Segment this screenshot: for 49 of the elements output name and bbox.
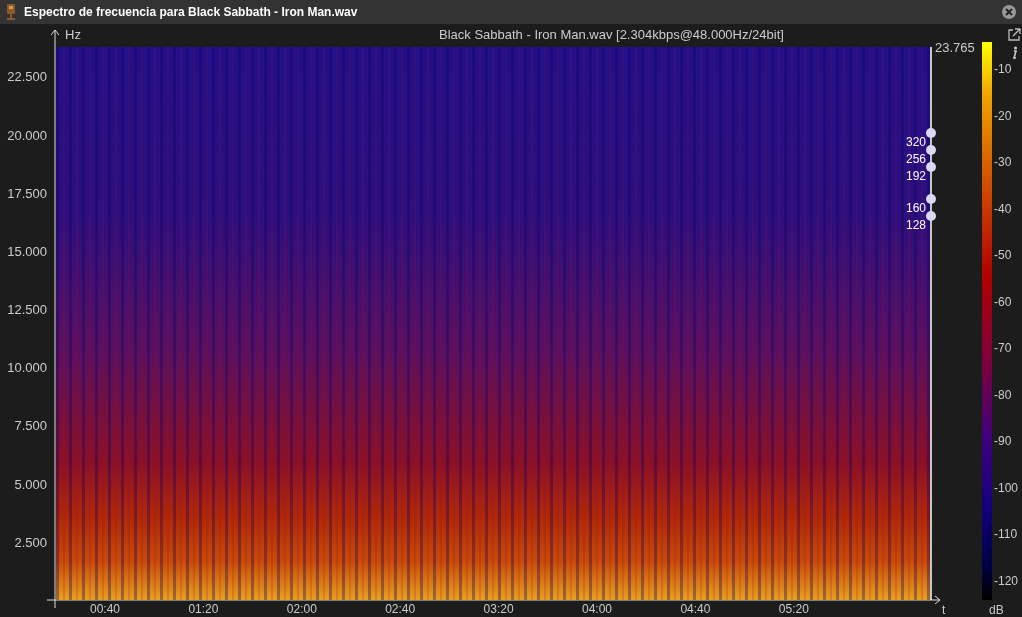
marker-dot (926, 162, 936, 172)
marker-dot (926, 145, 936, 155)
y-tick-label: 20.000 (6, 127, 47, 143)
color-scale-label: -60 (994, 294, 1012, 309)
y-tick-label: 7.500 (13, 418, 47, 434)
max-frequency-label: 23.765 (935, 40, 975, 55)
color-scale-unit: dB (989, 603, 1004, 617)
axis-unit-label: Hz (65, 27, 81, 42)
app-icon (4, 3, 18, 21)
x-tick-label: 04:00 (581, 602, 613, 616)
y-tick-label: 12.500 (6, 302, 47, 318)
marker-dot (926, 194, 936, 204)
y-tick-label: 17.500 (6, 185, 47, 201)
color-scale-label: -110 (994, 527, 1018, 541)
bitrate-marker-label: 128 (904, 218, 926, 232)
y-tick-label: 5.000 (13, 476, 47, 492)
close-button[interactable] (1002, 5, 1016, 19)
color-scale-label: -30 (994, 155, 1012, 169)
window-title: Espectro de frecuencia para Black Sabbath - Iron Man.wav (24, 5, 359, 19)
popout-icon[interactable] (1007, 28, 1021, 42)
color-scale-label: -40 (994, 201, 1012, 216)
bitrate-marker-label: 160 (904, 201, 926, 215)
color-scale-label: -90 (994, 434, 1012, 448)
x-tick-label: 03:20 (482, 602, 515, 616)
plot-title: Black Sabbath - Iron Man.wav [2.304kbps@48.000Hz/24bit] (439, 27, 784, 42)
color-scale-label: -70 (994, 341, 1012, 355)
bitrate-marker-label: 256 (904, 152, 926, 166)
x-tick-label: 01:20 (187, 602, 220, 616)
y-tick-label: 10.000 (6, 360, 47, 376)
color-scale-label: -100 (994, 480, 1019, 495)
x-tick-label: 02:00 (285, 602, 318, 616)
axis-unit-label: t (942, 603, 946, 617)
info-icon[interactable] (1010, 46, 1018, 60)
y-tick-label: 22.500 (6, 69, 47, 85)
x-tick-label: 04:40 (679, 602, 712, 616)
color-scale-label: -50 (994, 248, 1012, 262)
x-tick-label: 05:20 (777, 602, 810, 616)
x-tick-label: 02:40 (384, 602, 417, 616)
color-scale-label: -20 (994, 108, 1012, 123)
bitrate-marker-label: 320 (904, 135, 926, 149)
x-tick-label: 00:40 (89, 602, 121, 616)
y-tick-label: 15.000 (6, 243, 47, 259)
color-scale-label: -80 (994, 387, 1012, 402)
marker-dot (926, 211, 936, 221)
y-tick-label: 2.500 (13, 534, 47, 550)
marker-dot (926, 128, 936, 138)
bitrate-marker-label: 192 (904, 169, 926, 183)
color-scale-label: -10 (994, 62, 1012, 76)
color-scale-label: -120 (994, 573, 1019, 588)
